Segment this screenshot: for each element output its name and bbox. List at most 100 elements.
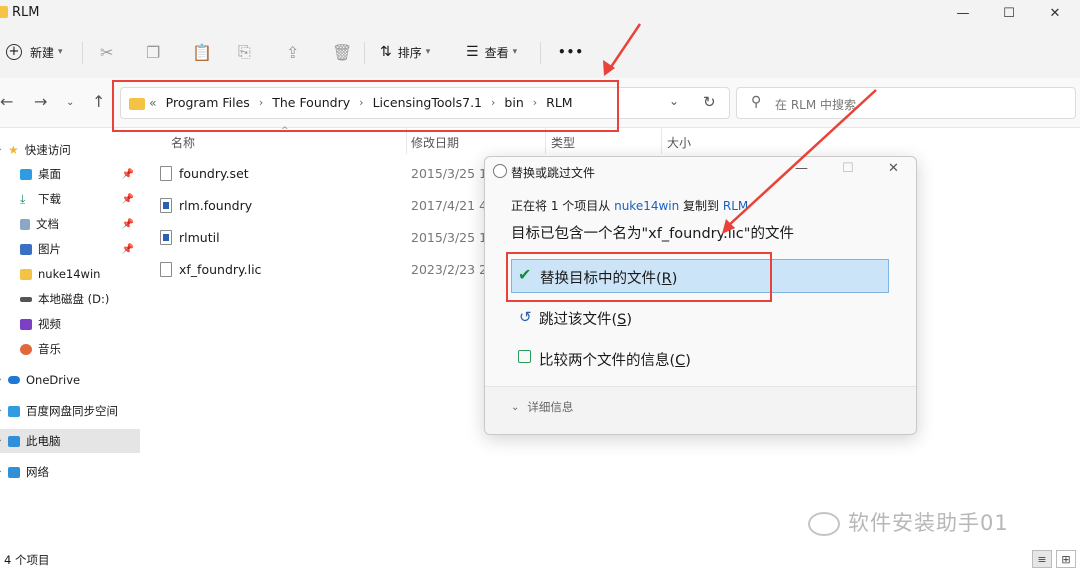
sidebar-item-pictures[interactable]: 图片 📌 xyxy=(0,237,140,261)
share-button[interactable]: ⇪ xyxy=(286,40,299,64)
destination-folder-link[interactable]: RLM xyxy=(723,199,748,213)
address-history-chevron-icon[interactable]: ⌄ xyxy=(669,94,679,108)
details-toggle[interactable]: ⌄ 详细信息 xyxy=(511,399,573,415)
file-row[interactable]: rlmutil 2015/3/25 14 xyxy=(150,224,495,254)
dialog-minimize-button[interactable]: — xyxy=(795,161,808,176)
compare-files-option[interactable]: 比较两个文件的信息(C) xyxy=(513,347,889,373)
tiles-view-button[interactable]: ⊞ xyxy=(1056,550,1076,568)
search-input[interactable]: ⚲ 在 RLM 中搜索 xyxy=(736,87,1076,119)
sidebar-item-label: 此电脑 xyxy=(26,434,61,448)
sidebar-item-label: OneDrive xyxy=(26,373,81,387)
pin-icon: 📌 xyxy=(121,243,134,255)
sidebar-item-label: 网络 xyxy=(26,465,49,479)
file-row[interactable]: foundry.set 2015/3/25 14 xyxy=(150,160,495,190)
file-date: 2017/4/21 4: xyxy=(411,198,492,213)
file-icon xyxy=(160,166,172,181)
copy-progress-text: 正在将 1 个项目从 nuke14win 复制到 RLM xyxy=(511,197,748,214)
title-bar: RLM — ☐ ✕ xyxy=(0,0,1080,26)
file-name: rlm.foundry xyxy=(179,198,253,213)
file-name: foundry.set xyxy=(179,166,249,181)
recent-chevron-icon[interactable]: ⌄ xyxy=(66,97,74,108)
chevron-down-icon: ▾ xyxy=(425,47,431,57)
expand-chevron-icon: › xyxy=(0,375,8,385)
sidebar-item-label: 文档 xyxy=(36,217,59,231)
desktop-icon xyxy=(20,168,32,180)
sidebar-item-onedrive[interactable]: › OneDrive xyxy=(0,368,140,392)
file-date: 2015/3/25 14 xyxy=(411,166,495,181)
documents-icon xyxy=(20,218,30,230)
conflict-message: 目标已包含一个名为"xf_foundry.lic"的文件 xyxy=(511,226,794,242)
wechat-icon xyxy=(808,512,840,536)
details-view-button[interactable]: ≡ xyxy=(1032,550,1052,568)
column-divider[interactable] xyxy=(661,128,662,154)
new-label: 新建 xyxy=(30,45,55,60)
file-name: xf_foundry.lic xyxy=(179,262,262,277)
expand-chevron-icon: › xyxy=(0,436,8,446)
up-arrow-icon[interactable]: ↑ xyxy=(92,92,105,111)
copy-button[interactable]: ❐ xyxy=(146,40,160,64)
sidebar-item-label: nuke14win xyxy=(38,267,101,281)
command-bar: + 新建 ▾ ✂ ❐ 📋 ⎘ ⇪ 🗑 ⇅ 排序 ▾ ☰ 查看 ▾ ••• xyxy=(0,26,1080,78)
sidebar-item-this-pc[interactable]: › 此电脑 xyxy=(0,429,140,453)
column-header-name[interactable]: 名称 xyxy=(171,134,195,151)
sidebar-item-label: 桌面 xyxy=(38,167,61,181)
paste-button[interactable]: 📋 xyxy=(192,40,212,64)
sidebar-item-nuke14win[interactable]: nuke14win xyxy=(0,262,140,286)
item-count: 4 个项目 xyxy=(4,553,50,567)
trash-icon: 🗑 xyxy=(332,42,353,62)
toolbar-divider xyxy=(540,42,541,64)
sidebar-item-label: 百度网盘同步空间 xyxy=(26,404,118,418)
watermark: 软件安装助手01 xyxy=(808,507,1009,537)
copy-prefix: 正在将 1 个项目从 xyxy=(511,199,615,213)
status-bar: 4 个项目 ≡ ⊞ xyxy=(0,548,1080,570)
sidebar-item-quick-access[interactable]: › ★ 快速访问 xyxy=(0,138,140,162)
dialog-footer: ⌄ 详细信息 xyxy=(485,386,916,434)
sidebar-item-downloads[interactable]: ⤓ 下载 📌 xyxy=(0,187,140,211)
search-placeholder: 在 RLM 中搜索 xyxy=(775,98,857,112)
more-button[interactable]: ••• xyxy=(558,40,584,64)
file-row[interactable]: xf_foundry.lic 2023/2/23 20 xyxy=(150,256,495,286)
sidebar-item-drive-d[interactable]: 本地磁盘 (D:) xyxy=(0,287,140,311)
column-header-type[interactable]: 类型 xyxy=(551,134,575,151)
navigation-pane: › ★ 快速访问 桌面 📌 ⤓ 下载 📌 文档 📌 图片 📌 nuke14win xyxy=(0,128,140,540)
refresh-icon[interactable]: ↻ xyxy=(703,93,716,111)
new-button[interactable]: + 新建 ▾ xyxy=(6,40,63,64)
minimize-button[interactable]: — xyxy=(940,0,986,26)
dialog-close-button[interactable]: ✕ xyxy=(888,161,899,176)
expand-chevron-icon: › xyxy=(0,467,8,477)
column-header-size[interactable]: 大小 xyxy=(667,134,691,151)
paste-icon: 📋 xyxy=(192,42,212,62)
delete-button[interactable]: 🗑 xyxy=(332,40,352,64)
rename-button[interactable]: ⎘ xyxy=(238,40,251,64)
back-arrow-icon[interactable]: ← xyxy=(0,92,13,111)
sidebar-item-desktop[interactable]: 桌面 📌 xyxy=(0,162,140,186)
pictures-icon xyxy=(20,243,32,255)
column-header-modified[interactable]: 修改日期 xyxy=(411,134,459,151)
clock-icon xyxy=(493,164,507,178)
expand-chevron-icon: › xyxy=(0,145,8,155)
file-date: 2015/3/25 14 xyxy=(411,230,495,245)
sort-button[interactable]: ⇅ 排序 ▾ xyxy=(380,40,430,64)
sidebar-item-network[interactable]: › 网络 xyxy=(0,460,140,484)
skip-file-option[interactable]: ↺ 跳过该文件(S) xyxy=(513,306,889,332)
source-folder-link[interactable]: nuke14win xyxy=(614,199,679,213)
chevron-down-icon: ▾ xyxy=(58,47,63,57)
close-button[interactable]: ✕ xyxy=(1032,0,1078,26)
view-icon: ☰ xyxy=(466,44,479,60)
network-icon xyxy=(8,466,20,478)
download-icon: ⤓ xyxy=(20,191,26,206)
sidebar-item-videos[interactable]: 视频 xyxy=(0,312,140,336)
cut-button[interactable]: ✂ xyxy=(100,40,113,64)
sidebar-item-music[interactable]: 音乐 xyxy=(0,337,140,361)
toolbar-divider xyxy=(364,42,365,64)
file-name: rlmutil xyxy=(179,230,220,245)
file-row[interactable]: rlm.foundry 2017/4/21 4: xyxy=(150,192,492,222)
forward-arrow-icon[interactable]: → xyxy=(34,92,47,111)
sidebar-item-documents[interactable]: 文档 📌 xyxy=(0,212,140,236)
view-button[interactable]: ☰ 查看 ▾ xyxy=(466,40,517,64)
sort-label: 排序 xyxy=(397,45,422,60)
drive-icon xyxy=(20,296,32,302)
maximize-button[interactable]: ☐ xyxy=(986,0,1032,26)
window-title: RLM xyxy=(12,5,40,20)
sidebar-item-baidu-sync[interactable]: › 百度网盘同步空间 xyxy=(0,399,140,423)
